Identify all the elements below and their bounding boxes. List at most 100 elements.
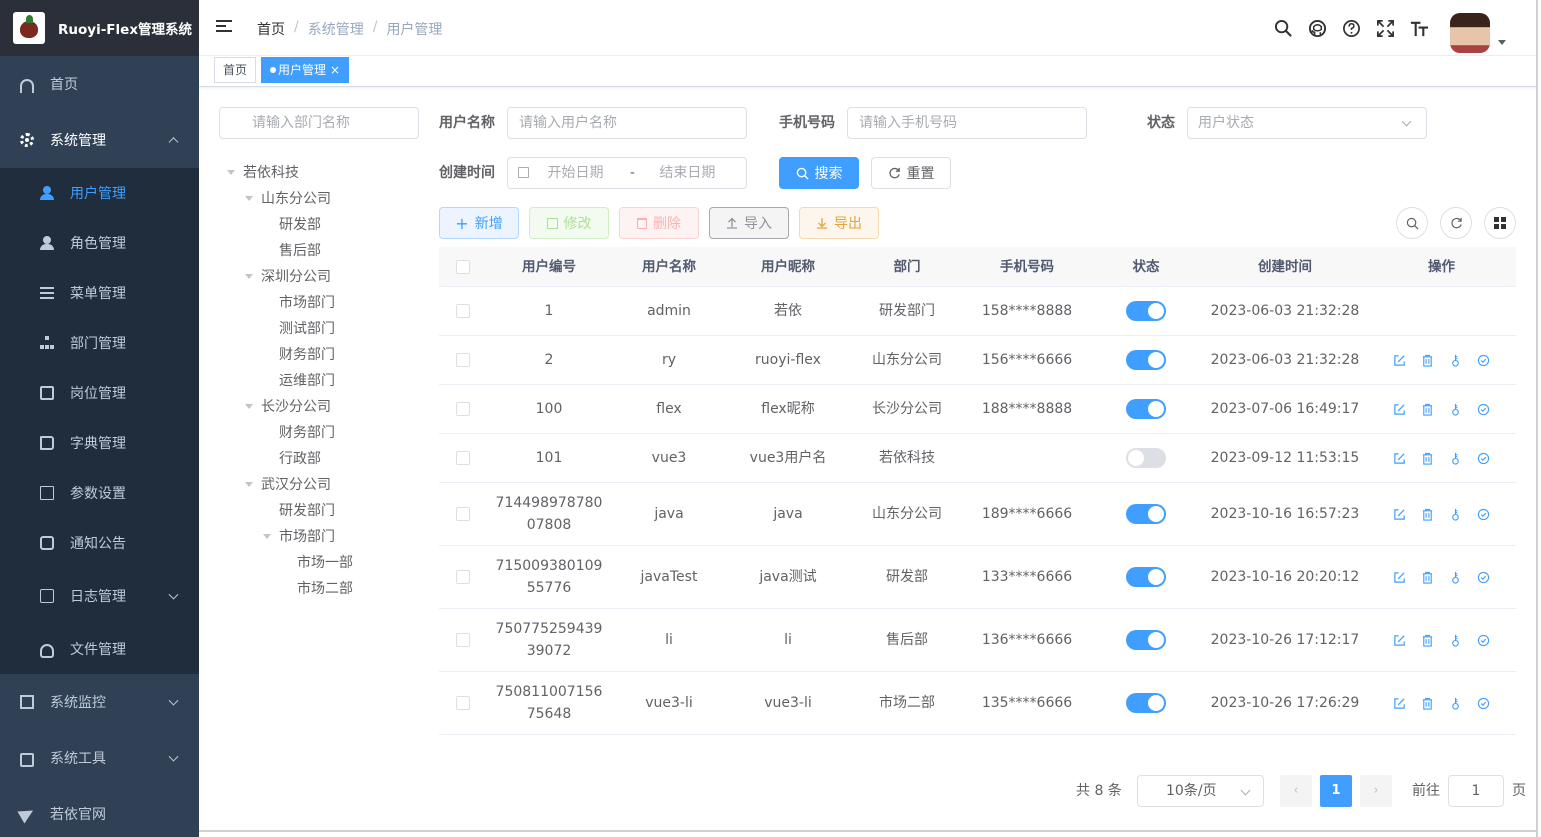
key-icon[interactable]: [1448, 633, 1463, 648]
next-page-button[interactable]: ›: [1360, 775, 1392, 807]
sidebar-item-file[interactable]: 文件管理: [0, 624, 199, 674]
key-icon[interactable]: [1448, 696, 1463, 711]
row-checkbox[interactable]: [456, 353, 470, 367]
sidebar-item-dict[interactable]: 字典管理: [0, 418, 199, 468]
hamburger-icon[interactable]: [216, 20, 232, 34]
edit-icon[interactable]: [1392, 696, 1407, 711]
row-checkbox[interactable]: [456, 451, 470, 465]
import-button[interactable]: 导入: [709, 207, 789, 239]
key-icon[interactable]: [1448, 353, 1463, 368]
table-row[interactable]: 100 flex flex昵称 长沙分公司 188****8888 2023-07-06 …: [439, 385, 1516, 434]
sidebar-item-dept[interactable]: 部门管理: [0, 318, 199, 368]
circle-check-icon[interactable]: [1476, 507, 1491, 522]
tree-node[interactable]: 售后部: [279, 238, 321, 264]
edit-icon[interactable]: [1392, 633, 1407, 648]
sidebar-item-monitor[interactable]: 系统监控: [0, 674, 199, 730]
dept-search-input[interactable]: 请输入部门名称: [219, 107, 419, 139]
refresh-button[interactable]: [1440, 207, 1472, 239]
close-icon[interactable]: ×: [330, 63, 340, 77]
end-date-placeholder[interactable]: 结束日期: [659, 165, 715, 181]
row-checkbox[interactable]: [456, 696, 470, 710]
github-icon[interactable]: [1300, 0, 1334, 56]
table-row[interactable]: 1 admin 若依 研发部门 158****8888 2023-06-03 21:32:…: [439, 287, 1516, 336]
sidebar-item-tools[interactable]: 系统工具: [0, 730, 199, 786]
table-row[interactable]: 2 ry ruoyi-flex 山东分公司 156****6666 2023-06-03 …: [439, 336, 1516, 385]
tree-node[interactable]: 市场一部: [297, 550, 353, 576]
delete-icon[interactable]: [1420, 353, 1435, 368]
search-icon[interactable]: [1266, 0, 1300, 56]
key-icon[interactable]: [1448, 570, 1463, 585]
status-switch[interactable]: [1126, 630, 1166, 650]
caret-down-icon[interactable]: [227, 170, 235, 175]
delete-icon[interactable]: [1420, 402, 1435, 417]
edit-icon[interactable]: [1392, 507, 1407, 522]
tree-node[interactable]: 市场部门: [263, 524, 335, 550]
add-button[interactable]: + 新增: [439, 207, 519, 239]
status-switch[interactable]: [1126, 504, 1166, 524]
goto-page-input[interactable]: 1: [1448, 775, 1504, 807]
font-size-icon[interactable]: [1402, 0, 1436, 56]
caret-down-icon[interactable]: [245, 196, 253, 201]
row-checkbox[interactable]: [456, 507, 470, 521]
row-checkbox[interactable]: [456, 402, 470, 416]
circle-check-icon[interactable]: [1476, 570, 1491, 585]
tag-home[interactable]: 首页: [214, 57, 257, 83]
prev-page-button[interactable]: ‹: [1280, 775, 1312, 807]
table-row[interactable]: 750775259439 39072 li li 售后部 136****6666 2023-…: [439, 609, 1516, 672]
caret-down-icon[interactable]: [263, 534, 271, 539]
question-icon[interactable]: [1334, 0, 1368, 56]
tree-node[interactable]: 运维部门: [279, 368, 335, 394]
fullscreen-icon[interactable]: [1368, 0, 1402, 56]
status-switch[interactable]: [1126, 448, 1166, 468]
circle-check-icon[interactable]: [1476, 633, 1491, 648]
tag-user-management[interactable]: 用户管理 ×: [261, 57, 350, 83]
key-icon[interactable]: [1448, 402, 1463, 417]
caret-down-icon[interactable]: [245, 274, 253, 279]
breadcrumb-item[interactable]: 首页: [257, 19, 285, 39]
sidebar-item-log[interactable]: 日志管理: [0, 568, 199, 624]
search-button[interactable]: 搜索: [779, 157, 859, 189]
table-row[interactable]: 715009380109 55776 javaTest java测试 研发部 133***…: [439, 546, 1516, 609]
edit-button[interactable]: 修改: [529, 207, 609, 239]
date-range-picker[interactable]: 开始日期 - 结束日期: [507, 157, 747, 189]
status-switch[interactable]: [1126, 693, 1166, 713]
username-input[interactable]: 请输入用户名称: [507, 107, 747, 139]
caret-down-icon[interactable]: [245, 404, 253, 409]
edit-icon[interactable]: [1392, 402, 1407, 417]
delete-icon[interactable]: [1420, 570, 1435, 585]
tree-node[interactable]: 若依科技: [227, 160, 299, 186]
tree-node[interactable]: 深圳分公司: [245, 264, 331, 290]
delete-icon[interactable]: [1420, 451, 1435, 466]
circle-check-icon[interactable]: [1476, 451, 1491, 466]
delete-icon[interactable]: [1420, 507, 1435, 522]
page-size-select[interactable]: 10条/页: [1137, 775, 1264, 807]
user-dropdown[interactable]: [1450, 3, 1506, 53]
sidebar-item-system[interactable]: 系统管理: [0, 112, 199, 168]
tree-node[interactable]: 测试部门: [279, 316, 335, 342]
status-switch[interactable]: [1126, 399, 1166, 419]
sidebar-item-menu[interactable]: 菜单管理: [0, 268, 199, 318]
circle-check-icon[interactable]: [1476, 402, 1491, 417]
columns-button[interactable]: [1484, 207, 1516, 239]
row-checkbox[interactable]: [456, 570, 470, 584]
delete-button[interactable]: 删除: [619, 207, 699, 239]
edit-icon[interactable]: [1392, 451, 1407, 466]
tree-node[interactable]: 市场部门: [279, 290, 335, 316]
status-select[interactable]: 用户状态: [1187, 107, 1427, 139]
delete-icon[interactable]: [1420, 633, 1435, 648]
sidebar-item-site[interactable]: 若依官网: [0, 786, 199, 837]
table-row[interactable]: 714498978780 07808 java java 山东分公司 189****666…: [439, 483, 1516, 546]
reset-button[interactable]: 重置: [871, 157, 951, 189]
circle-check-icon[interactable]: [1476, 696, 1491, 711]
key-icon[interactable]: [1448, 507, 1463, 522]
sidebar-item-role[interactable]: 角色管理: [0, 218, 199, 268]
select-all-checkbox[interactable]: [456, 259, 470, 274]
sidebar-item-notice[interactable]: 通知公告: [0, 518, 199, 568]
edit-icon[interactable]: [1392, 353, 1407, 368]
table-row[interactable]: 750811007156 75648 vue3-li vue3-li 市场二部 135**…: [439, 672, 1516, 735]
status-switch[interactable]: [1126, 567, 1166, 587]
sidebar-item-config[interactable]: 参数设置: [0, 468, 199, 518]
sidebar-item-post[interactable]: 岗位管理: [0, 368, 199, 418]
status-switch[interactable]: [1126, 350, 1166, 370]
key-icon[interactable]: [1448, 451, 1463, 466]
